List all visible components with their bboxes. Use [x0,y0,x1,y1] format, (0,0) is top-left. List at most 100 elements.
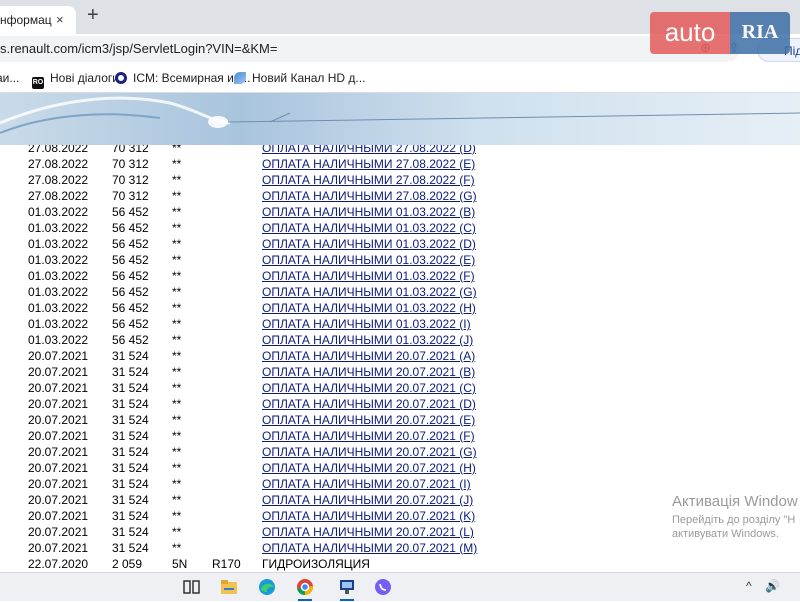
row-date: 01.03.2022 [28,301,89,315]
bookmark-item[interactable]: ICM: Всемирная ин... [115,71,250,85]
row-description: ОПЛАТА НАЛИЧНЫМИ 01.03.2022 (J) [262,332,477,348]
invoice-link[interactable]: ОПЛАТА НАЛИЧНЫМИ 01.03.2022 (E) [262,253,475,267]
row-flag: ** [172,461,182,475]
tray-chevron-icon[interactable]: ^ [746,579,752,593]
edge-icon[interactable] [256,577,278,597]
invoice-link[interactable]: ОПЛАТА НАЛИЧНЫМИ 01.03.2022 (G) [262,285,477,299]
row-code [212,236,262,252]
table-row: 01.03.2022 56 452 ** ОПЛАТА НАЛИЧНЫМИ 01.03… [0,204,477,220]
invoice-link[interactable]: ОПЛАТА НАЛИЧНЫМИ 20.07.2021 (F) [262,429,475,443]
row-date: 20.07.2021 [28,541,89,555]
file-explorer-icon[interactable] [218,577,240,597]
chrome-icon[interactable] [294,577,316,601]
invoice-link[interactable]: ОПЛАТА НАЛИЧНЫМИ 20.07.2021 (B) [262,365,475,379]
table-row: 20.07.2021 31 524 ** ОПЛАТА НАЛИЧНЫМИ 20.07… [0,396,477,412]
bookmark-label: Нові діалоги [50,71,119,85]
table-row: 01.03.2022 56 452 ** ОПЛАТА НАЛИЧНЫМИ 01.03… [0,220,477,236]
invoice-link[interactable]: ОПЛАТА НАЛИЧНЫМИ 01.03.2022 (H) [262,301,476,315]
row-flag: ** [172,301,182,315]
row-date: 01.03.2022 [28,333,89,347]
row-mileage: 31 524 [112,365,149,379]
row-code [212,492,262,508]
bookmark-item[interactable]: RO Нові діалоги [32,71,119,89]
volume-icon[interactable]: 🔊 [765,579,780,593]
row-description: ОПЛАТА НАЛИЧНЫМИ 01.03.2022 (C) [262,220,477,236]
invoice-link[interactable]: ОПЛАТА НАЛИЧНЫМИ 20.07.2021 (C) [262,381,476,395]
row-date: 20.07.2021 [28,525,89,539]
task-view-icon[interactable] [180,577,202,597]
row-flag: ** [172,333,182,347]
browser-tab[interactable]: нформацио × [0,6,76,34]
table-row: 01.03.2022 56 452 ** ОПЛАТА НАЛИЧНЫМИ 01.03… [0,252,477,268]
row-code [212,380,262,396]
row-code [212,332,262,348]
invoice-link[interactable]: ОПЛАТА НАЛИЧНЫМИ 01.03.2022 (C) [262,221,476,235]
row-mileage: 31 524 [112,445,149,459]
row-flag: ** [172,205,182,219]
invoice-link[interactable]: ОПЛАТА НАЛИЧНЫМИ 20.07.2021 (L) [262,525,474,539]
row-mileage: 31 524 [112,429,149,443]
row-code [212,444,262,460]
row-description: ОПЛАТА НАЛИЧНЫМИ 20.07.2021 (C) [262,380,477,396]
row-code [212,428,262,444]
invoice-link[interactable]: ОПЛАТА НАЛИЧНЫМИ 20.07.2021 (M) [262,541,477,555]
row-code [212,364,262,380]
row-flag: ** [172,145,182,155]
row-date: 20.07.2021 [28,429,89,443]
row-date: 20.07.2021 [28,493,89,507]
table-row: 27.08.2022 70 312 ** ОПЛАТА НАЛИЧНЫМИ 27.08… [0,172,477,188]
row-description: ОПЛАТА НАЛИЧНЫМИ 20.07.2021 (G) [262,444,477,460]
invoice-link[interactable]: ОПЛАТА НАЛИЧНЫМИ 27.08.2022 (D) [262,145,476,155]
row-mileage: 56 452 [112,333,149,347]
invoice-link[interactable]: ОПЛАТА НАЛИЧНЫМИ 01.03.2022 (F) [262,269,475,283]
row-date: 20.07.2021 [28,413,89,427]
row-flag: ** [172,189,182,203]
row-description: ОПЛАТА НАЛИЧНЫМИ 20.07.2021 (K) [262,508,477,524]
bookmarks-bar: аи... RO Нові діалоги ICM: Всемирная ин..… [0,64,800,93]
row-mileage: 31 524 [112,461,149,475]
address-bar[interactable]: s.renault.com/icm3/jsp/ServletLogin?VIN=… [0,36,740,62]
invoice-link[interactable]: ОПЛАТА НАЛИЧНЫМИ 20.07.2021 (H) [262,461,476,475]
row-code [212,348,262,364]
invoice-link[interactable]: ОПЛАТА НАЛИЧНЫМИ 20.07.2021 (G) [262,445,477,459]
row-code [212,508,262,524]
row-description: ОПЛАТА НАЛИЧНЫМИ 20.07.2021 (I) [262,476,477,492]
table-row: 27.08.2022 70 312 ** ОПЛАТА НАЛИЧНЫМИ 27.08… [0,188,477,204]
row-date: 20.07.2021 [28,349,89,363]
autoria-watermark-logo: auto RIA [650,12,790,54]
invoice-link[interactable]: ОПЛАТА НАЛИЧНЫМИ 20.07.2021 (J) [262,493,473,507]
invoice-link[interactable]: ОПЛАТА НАЛИЧНЫМИ 20.07.2021 (A) [262,349,475,363]
invoice-link[interactable]: ОПЛАТА НАЛИЧНЫМИ 20.07.2021 (I) [262,477,471,491]
bookmark-item[interactable]: Новий Канал HD д... [234,71,365,85]
bookmark-label: Новий Канал HD д... [252,71,366,85]
network-app-icon[interactable] [336,577,358,601]
ro-icon: RO [32,77,44,89]
table-row: 27.08.2022 70 312 ** ОПЛАТА НАЛИЧНЫМИ 27.08… [0,156,477,172]
table-row: 27.08.2022 70 312 ** ОПЛАТА НАЛИЧНЫМИ 27.08… [0,145,477,156]
row-date: 01.03.2022 [28,269,89,283]
row-flag: ** [172,541,182,555]
row-mileage: 70 312 [112,145,149,155]
row-date: 01.03.2022 [28,253,89,267]
invoice-link[interactable]: ОПЛАТА НАЛИЧНЫМИ 27.08.2022 (G) [262,189,477,203]
invoice-link[interactable]: ОПЛАТА НАЛИЧНЫМИ 01.03.2022 (I) [262,317,471,331]
invoice-link[interactable]: ОПЛАТА НАЛИЧНЫМИ 01.03.2022 (J) [262,333,473,347]
new-tab-button[interactable]: + [87,4,99,27]
row-description: ОПЛАТА НАЛИЧНЫМИ 20.07.2021 (M) [262,540,477,556]
invoice-link[interactable]: ОПЛАТА НАЛИЧНЫМИ 20.07.2021 (E) [262,413,475,427]
row-date: 27.08.2022 [28,145,89,155]
invoice-link[interactable]: ОПЛАТА НАЛИЧНЫМИ 27.08.2022 (F) [262,173,475,187]
invoice-link[interactable]: ОПЛАТА НАЛИЧНЫМИ 20.07.2021 (K) [262,509,475,523]
invoice-link[interactable]: ОПЛАТА НАЛИЧНЫМИ 01.03.2022 (B) [262,205,475,219]
windows-taskbar: ^ 🔊 [0,572,800,601]
invoice-link[interactable]: ОПЛАТА НАЛИЧНЫМИ 27.08.2022 (E) [262,157,475,171]
table-row: 20.07.2021 31 524 ** ОПЛАТА НАЛИЧНЫМИ 20.07… [0,476,477,492]
row-description: ОПЛАТА НАЛИЧНЫМИ 01.03.2022 (F) [262,268,477,284]
table-row: 01.03.2022 56 452 ** ОПЛАТА НАЛИЧНЫМИ 01.03… [0,284,477,300]
close-icon[interactable]: × [56,9,64,31]
invoice-link[interactable]: ОПЛАТА НАЛИЧНЫМИ 01.03.2022 (D) [262,237,476,251]
invoice-link[interactable]: ОПЛАТА НАЛИЧНЫМИ 20.07.2021 (D) [262,397,476,411]
bookmark-item[interactable]: аи... [0,71,19,85]
autoria-logo-ria: RIA [730,12,790,54]
viber-icon[interactable] [372,577,394,597]
